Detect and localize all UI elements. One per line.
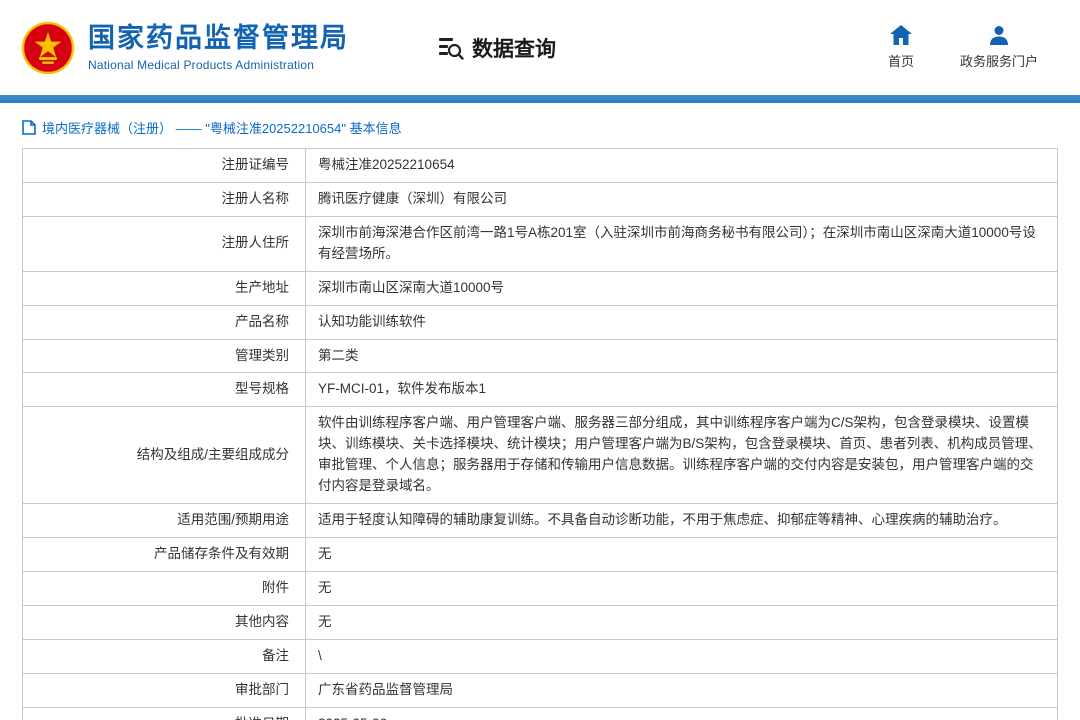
row-value: 2025-05-06	[306, 707, 1058, 720]
table-row: 管理类别 第二类	[23, 339, 1058, 373]
table-row: 审批部门 广东省药品监督管理局	[23, 673, 1058, 707]
info-table: 注册证编号 粤械注准20252210654 注册人名称 腾讯医疗健康（深圳）有限…	[22, 148, 1058, 720]
row-value: \	[306, 639, 1058, 673]
data-query-icon	[437, 34, 464, 61]
section-title-label: 数据查询	[472, 33, 556, 63]
table-row: 生产地址 深圳市南山区深南大道10000号	[23, 271, 1058, 305]
row-label: 型号规格	[23, 373, 306, 407]
row-value: 适用于轻度认知障碍的辅助康复训练。不具备自动诊断功能，不用于焦虑症、抑郁症等精神…	[306, 504, 1058, 538]
row-value: 腾讯医疗健康（深圳）有限公司	[306, 182, 1058, 216]
row-label: 产品名称	[23, 305, 306, 339]
header-nav: 首页 政务服务门户	[888, 25, 1038, 70]
row-value: 认知功能训练软件	[306, 305, 1058, 339]
row-label: 生产地址	[23, 271, 306, 305]
breadcrumb-text: 境内医疗器械（注册） —— "粤械注准20252210654" 基本信息	[42, 118, 402, 137]
row-value: 无	[306, 605, 1058, 639]
row-value: 无	[306, 571, 1058, 605]
row-label: 其他内容	[23, 605, 306, 639]
site-header: 国家药品监督管理局 National Medical Products Admi…	[0, 0, 1080, 95]
registration-info: 注册证编号 粤械注准20252210654 注册人名称 腾讯医疗健康（深圳）有限…	[22, 148, 1058, 720]
row-label: 适用范围/预期用途	[23, 504, 306, 538]
table-row: 型号规格 YF-MCI-01，软件发布版本1	[23, 373, 1058, 407]
row-value: YF-MCI-01，软件发布版本1	[306, 373, 1058, 407]
table-row: 注册人住所 深圳市前海深港合作区前湾一路1号A栋201室（入驻深圳市前海商务秘书…	[23, 216, 1058, 271]
row-label: 批准日期	[23, 707, 306, 720]
site-title: 国家药品监督管理局	[88, 23, 349, 54]
table-row: 注册人名称 腾讯医疗健康（深圳）有限公司	[23, 182, 1058, 216]
row-label: 备注	[23, 639, 306, 673]
row-label: 注册证编号	[23, 149, 306, 183]
row-value: 粤械注准20252210654	[306, 149, 1058, 183]
row-value: 第二类	[306, 339, 1058, 373]
table-row: 产品储存条件及有效期 无	[23, 537, 1058, 571]
person-icon	[989, 25, 1009, 45]
row-value: 广东省药品监督管理局	[306, 673, 1058, 707]
table-row: 产品名称 认知功能训练软件	[23, 305, 1058, 339]
breadcrumb: 境内医疗器械（注册） —— "粤械注准20252210654" 基本信息	[22, 118, 1058, 137]
row-value: 深圳市南山区深南大道10000号	[306, 271, 1058, 305]
table-row: 适用范围/预期用途 适用于轻度认知障碍的辅助康复训练。不具备自动诊断功能，不用于…	[23, 504, 1058, 538]
national-emblem-logo	[20, 20, 76, 76]
row-value: 深圳市前海深港合作区前湾一路1号A栋201室（入驻深圳市前海商务秘书有限公司）；…	[306, 216, 1058, 271]
row-label: 产品储存条件及有效期	[23, 537, 306, 571]
section-title: 数据查询	[437, 33, 556, 63]
table-row: 批准日期 2025-05-06	[23, 707, 1058, 720]
row-value: 无	[306, 537, 1058, 571]
row-label: 管理类别	[23, 339, 306, 373]
row-label: 注册人住所	[23, 216, 306, 271]
table-row: 其他内容 无	[23, 605, 1058, 639]
home-icon	[890, 25, 912, 45]
nav-portal[interactable]: 政务服务门户	[960, 25, 1038, 70]
nav-portal-label: 政务服务门户	[960, 51, 1038, 70]
table-row: 结构及组成/主要组成成分 软件由训练程序客户端、用户管理客户端、服务器三部分组成…	[23, 407, 1058, 504]
nav-home-label: 首页	[888, 51, 914, 70]
divider-bar	[0, 95, 1080, 103]
document-icon	[22, 120, 36, 135]
site-subtitle: National Medical Products Administration	[88, 58, 349, 72]
row-label: 附件	[23, 571, 306, 605]
info-table-body: 注册证编号 粤械注准20252210654 注册人名称 腾讯医疗健康（深圳）有限…	[23, 149, 1058, 720]
table-row: 注册证编号 粤械注准20252210654	[23, 149, 1058, 183]
table-row: 附件 无	[23, 571, 1058, 605]
row-value: 软件由训练程序客户端、用户管理客户端、服务器三部分组成，其中训练程序客户端为C/…	[306, 407, 1058, 504]
row-label: 结构及组成/主要组成成分	[23, 407, 306, 504]
nav-home[interactable]: 首页	[888, 25, 914, 70]
row-label: 审批部门	[23, 673, 306, 707]
table-row: 备注 \	[23, 639, 1058, 673]
brand: 国家药品监督管理局 National Medical Products Admi…	[88, 23, 349, 71]
row-label: 注册人名称	[23, 182, 306, 216]
